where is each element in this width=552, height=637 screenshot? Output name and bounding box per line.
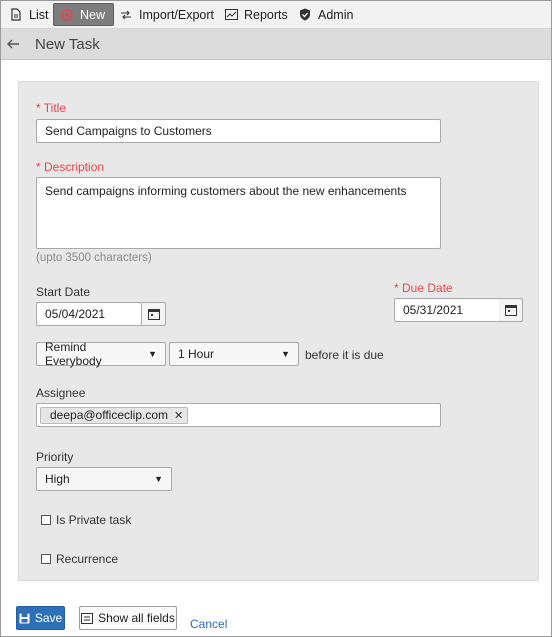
private-task-checkbox[interactable] — [41, 515, 51, 525]
start-date-input[interactable]: 05/04/2021 — [36, 302, 142, 326]
page-title: New Task — [35, 36, 100, 53]
chevron-down-icon: ▼ — [148, 349, 157, 359]
recurrence-checkbox[interactable] — [41, 554, 51, 564]
remove-tag-icon[interactable]: ✕ — [174, 409, 183, 422]
page-header: New Task — [1, 29, 551, 60]
required-mark: * — [36, 101, 41, 115]
remind-who-select[interactable]: Remind Everybody ▼ — [36, 340, 166, 368]
priority-label: Priority — [36, 450, 74, 464]
due-date-label: * Due Date — [394, 281, 453, 295]
description-hint: (upto 3500 characters) — [36, 252, 152, 264]
nav-import-export-label: Import/Export — [139, 7, 215, 22]
description-textarea[interactable]: Send campaigns informing customers about… — [36, 177, 441, 249]
recurrence-label: Recurrence — [56, 552, 119, 566]
chevron-down-icon: ▼ — [281, 349, 290, 359]
shield-check-icon — [298, 8, 312, 22]
calendar-icon — [147, 309, 160, 320]
priority-select[interactable]: High ▼ — [36, 467, 172, 491]
remind-when-value: 1 Hour — [178, 347, 215, 361]
floppy-disk-icon — [19, 613, 30, 623]
assignee-label: Assignee — [36, 386, 86, 400]
nav-new-label: New — [80, 7, 106, 22]
due-date-input[interactable]: 05/31/2021 — [394, 298, 500, 322]
remind-who-value: Remind Everybody — [45, 340, 102, 368]
title-label: * Title — [36, 101, 67, 115]
document-icon — [9, 8, 23, 22]
nav-list[interactable]: List — [9, 1, 48, 28]
cancel-link[interactable]: Cancel — [190, 617, 227, 631]
back-arrow-icon[interactable] — [6, 37, 20, 51]
private-task-row: Is Private task — [41, 513, 131, 527]
remind-when-select[interactable]: 1 Hour ▼ — [169, 342, 299, 366]
save-button[interactable]: Save — [16, 606, 65, 630]
nav-list-label: List — [29, 7, 49, 22]
remind-suffix: before it is due — [305, 348, 384, 362]
nav-reports-label: Reports — [244, 7, 288, 22]
nav-admin-label: Admin — [318, 7, 354, 22]
show-all-fields-label: Show all fields — [98, 611, 175, 625]
save-label: Save — [34, 611, 63, 625]
nav-reports[interactable]: Reports — [224, 1, 288, 28]
assignee-tag: deepa@officeclip.com ✕ — [40, 406, 189, 424]
calendar-icon — [504, 305, 517, 316]
add-circle-icon — [60, 8, 74, 22]
top-nav: List New Import/Export Reports Admin — [1, 1, 551, 29]
assignee-input[interactable]: deepa@officeclip.com ✕ — [36, 403, 441, 427]
assignee-tag-label: deepa@officeclip.com — [50, 408, 169, 422]
due-date-calendar-button[interactable] — [499, 298, 523, 322]
start-date-calendar-button[interactable] — [142, 302, 166, 326]
priority-value: High — [45, 472, 70, 486]
nav-import-export[interactable]: Import/Export — [119, 1, 214, 28]
form-fields-icon — [81, 612, 94, 624]
show-all-fields-button[interactable]: Show all fields — [79, 606, 177, 630]
start-date-label: Start Date — [36, 285, 91, 299]
description-label: * Description — [36, 160, 105, 174]
nav-new[interactable]: New — [53, 3, 115, 26]
task-form: * Title Send Campaigns to Customers * De… — [18, 81, 539, 581]
nav-admin[interactable]: Admin — [298, 1, 353, 28]
chart-icon — [224, 8, 238, 22]
swap-arrows-icon — [119, 8, 133, 22]
recurrence-row: Recurrence — [41, 552, 118, 566]
title-input[interactable]: Send Campaigns to Customers — [36, 119, 441, 143]
chevron-down-icon: ▼ — [154, 474, 163, 484]
private-task-label: Is Private task — [56, 513, 132, 527]
